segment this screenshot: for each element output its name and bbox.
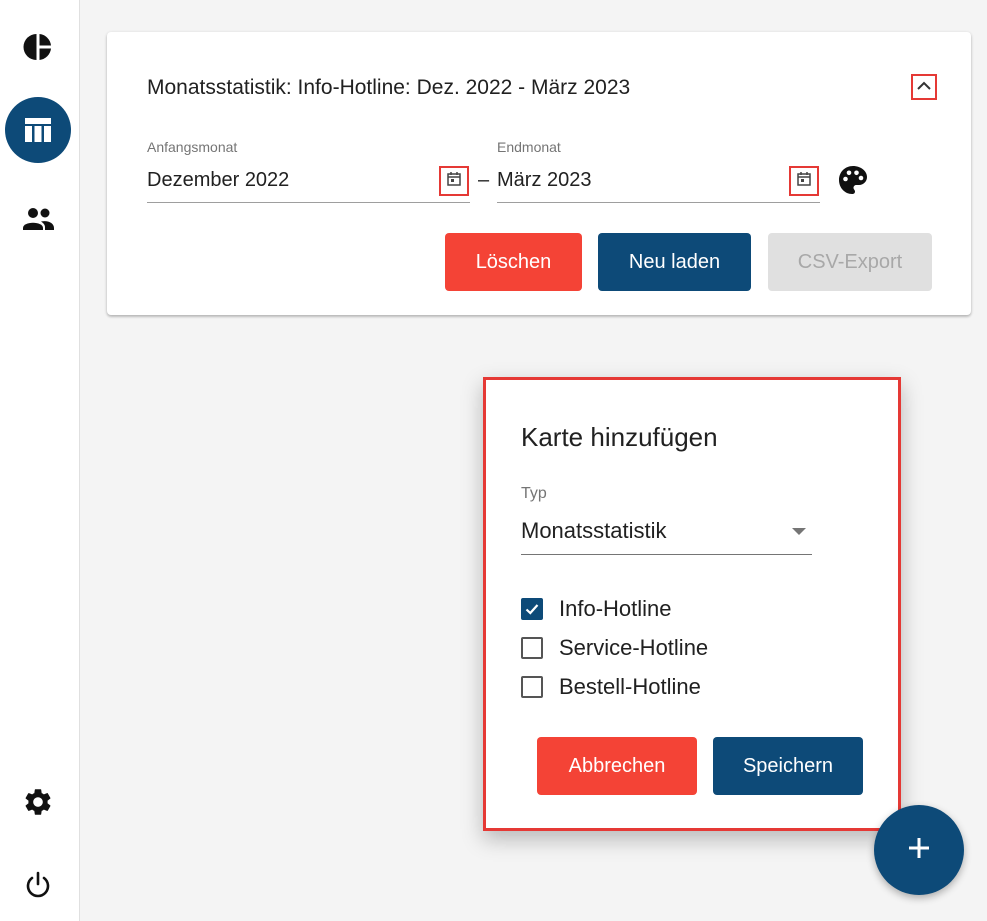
calendar-icon xyxy=(796,171,812,192)
reload-button[interactable]: Neu laden xyxy=(598,233,751,291)
add-card-dialog: Karte hinzufügen Typ Monatsstatistik Inf… xyxy=(483,377,901,831)
sidebar-item-settings[interactable] xyxy=(5,769,71,835)
start-month-calendar-button[interactable] xyxy=(439,166,469,196)
end-month-underline xyxy=(497,202,820,203)
checkbox-empty-icon xyxy=(521,637,543,659)
checkbox-label: Info-Hotline xyxy=(559,596,672,621)
people-icon xyxy=(21,206,55,232)
pie-chart-icon xyxy=(23,32,53,62)
power-icon xyxy=(23,870,53,900)
add-card-fab[interactable] xyxy=(874,805,964,895)
sidebar-item-dashboard[interactable] xyxy=(5,14,71,80)
cancel-button[interactable]: Abbrechen xyxy=(537,737,697,795)
csv-export-button: CSV-Export xyxy=(768,233,932,291)
start-month-field[interactable]: Dezember 2022 xyxy=(147,169,289,192)
end-month-calendar-button[interactable] xyxy=(789,166,819,196)
sidebar xyxy=(0,0,80,921)
gear-icon xyxy=(22,786,54,818)
card-title: Monatsstatistik: Info-Hotline: Dez. 2022… xyxy=(147,76,631,99)
save-button[interactable]: Speichern xyxy=(713,737,863,795)
type-select-label: Typ xyxy=(521,485,547,502)
sidebar-item-tables[interactable] xyxy=(5,97,71,163)
checkbox-service-hotline[interactable]: Service-Hotline xyxy=(521,633,708,663)
checkbox-bestell-hotline[interactable]: Bestell-Hotline xyxy=(521,672,701,702)
plus-icon xyxy=(906,835,932,866)
checkbox-label: Service-Hotline xyxy=(559,635,709,660)
end-month-label: Endmonat xyxy=(497,139,561,155)
type-select[interactable] xyxy=(521,510,812,556)
sidebar-item-users[interactable] xyxy=(5,186,71,252)
chevron-up-icon xyxy=(916,78,932,96)
range-separator: – xyxy=(478,169,490,191)
table-icon xyxy=(23,116,53,144)
checkbox-empty-icon xyxy=(521,676,543,698)
start-month-underline xyxy=(147,202,470,203)
checkbox-checked-icon xyxy=(521,598,543,620)
palette-icon xyxy=(837,164,869,201)
end-month-field[interactable]: März 2023 xyxy=(497,169,592,192)
delete-button[interactable]: Löschen xyxy=(445,233,582,291)
checkbox-info-hotline[interactable]: Info-Hotline xyxy=(521,594,672,624)
dialog-title: Karte hinzufügen xyxy=(521,422,718,452)
calendar-icon xyxy=(446,171,462,192)
color-palette-button[interactable] xyxy=(836,165,870,199)
statistic-card: Monatsstatistik: Info-Hotline: Dez. 2022… xyxy=(107,32,971,315)
start-month-label: Anfangsmonat xyxy=(147,139,238,155)
collapse-button[interactable] xyxy=(911,74,937,100)
checkbox-label: Bestell-Hotline xyxy=(559,674,701,699)
sidebar-item-logout[interactable] xyxy=(5,852,71,918)
